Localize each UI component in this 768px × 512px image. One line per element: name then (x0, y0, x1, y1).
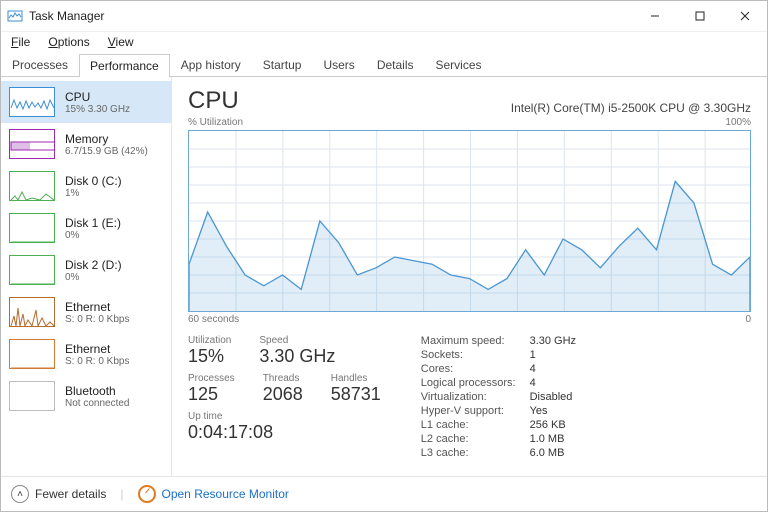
cpu-detail-table: Maximum speed:3.30 GHzSockets:1Cores:4Lo… (421, 335, 576, 459)
stat-handles: Handles58731 (331, 373, 381, 405)
stat-up-time: Up time0:04:17:08 (188, 411, 381, 443)
menubar: File Options View (1, 32, 767, 52)
tab-services[interactable]: Services (425, 53, 493, 76)
tab-processes[interactable]: Processes (1, 53, 79, 76)
fewer-details-button[interactable]: ˄ Fewer details (11, 485, 106, 503)
menu-options[interactable]: Options (46, 34, 91, 50)
sidebar-item-sub: 1% (65, 188, 122, 199)
tab-details[interactable]: Details (366, 53, 425, 76)
sidebar-item-sub: 6.7/15.9 GB (42%) (65, 146, 148, 157)
sidebar-item-disk-1-e-[interactable]: Disk 1 (E:)0% (1, 207, 171, 249)
window-title: Task Manager (29, 9, 632, 23)
sidebar-item-label: Ethernet (65, 342, 129, 356)
sidebar-item-label: Disk 0 (C:) (65, 174, 122, 188)
sidebar-item-label: Bluetooth (65, 384, 130, 398)
menu-view[interactable]: View (106, 34, 136, 50)
sidebar: CPU15% 3.30 GHzMemory6.7/15.9 GB (42%)Di… (1, 77, 172, 476)
sidebar-item-sub: S: 0 R: 0 Kbps (65, 356, 129, 367)
sidebar-item-label: Ethernet (65, 300, 129, 314)
main-panel: CPU Intel(R) Core(TM) i5-2500K CPU @ 3.3… (172, 77, 767, 476)
sidebar-item-label: CPU (65, 90, 130, 104)
stat-utilization: Utilization15% (188, 335, 231, 367)
tabbar: ProcessesPerformanceApp historyStartupUs… (1, 52, 767, 77)
sidebar-item-ethernet[interactable]: EthernetS: 0 R: 0 Kbps (1, 291, 171, 333)
sidebar-item-memory[interactable]: Memory6.7/15.9 GB (42%) (1, 123, 171, 165)
graph-label-right: 100% (725, 117, 751, 128)
tab-startup[interactable]: Startup (252, 53, 313, 76)
sidebar-item-label: Disk 1 (E:) (65, 216, 121, 230)
sidebar-item-sub: S: 0 R: 0 Kbps (65, 314, 129, 325)
sidebar-item-sub: 0% (65, 272, 122, 283)
thumbnail-icon (9, 171, 55, 201)
thumbnail-icon (9, 129, 55, 159)
thumbnail-icon (9, 87, 55, 117)
thumbnail-icon (9, 297, 55, 327)
menu-file[interactable]: File (9, 34, 32, 50)
sidebar-item-sub: Not connected (65, 398, 130, 409)
sidebar-item-sub: 0% (65, 230, 121, 241)
resource-monitor-icon (138, 485, 156, 503)
tab-app-history[interactable]: App history (170, 53, 252, 76)
sidebar-item-label: Memory (65, 132, 148, 146)
titlebar: Task Manager (1, 1, 767, 32)
tab-users[interactable]: Users (312, 53, 365, 76)
footer: ˄ Fewer details | Open Resource Monitor (1, 476, 767, 511)
minimize-button[interactable] (632, 1, 677, 31)
graph-axis-left: 60 seconds (188, 314, 239, 325)
thumbnail-icon (9, 381, 55, 411)
stat-processes: Processes125 (188, 373, 235, 405)
sidebar-item-disk-0-c-[interactable]: Disk 0 (C:)1% (1, 165, 171, 207)
close-button[interactable] (722, 1, 767, 31)
sidebar-item-label: Disk 2 (D:) (65, 258, 122, 272)
sidebar-item-bluetooth[interactable]: BluetoothNot connected (1, 375, 171, 417)
stat-threads: Threads2068 (263, 373, 303, 405)
graph-label-left: % Utilization (188, 117, 243, 128)
cpu-model: Intel(R) Core(TM) i5-2500K CPU @ 3.30GHz (511, 101, 751, 115)
sidebar-item-sub: 15% 3.30 GHz (65, 104, 130, 115)
stat-speed: Speed3.30 GHz (259, 335, 335, 367)
thumbnail-icon (9, 339, 55, 369)
sidebar-item-disk-2-d-[interactable]: Disk 2 (D:)0% (1, 249, 171, 291)
maximize-button[interactable] (677, 1, 722, 31)
taskmanager-icon (7, 8, 23, 24)
thumbnail-icon (9, 213, 55, 243)
graph-axis-right: 0 (745, 314, 751, 325)
sidebar-item-ethernet[interactable]: EthernetS: 0 R: 0 Kbps (1, 333, 171, 375)
sidebar-item-cpu[interactable]: CPU15% 3.30 GHz (1, 81, 171, 123)
cpu-graph (188, 130, 751, 312)
chevron-up-icon: ˄ (11, 485, 29, 503)
thumbnail-icon (9, 255, 55, 285)
open-resource-monitor-link[interactable]: Open Resource Monitor (138, 485, 289, 503)
tab-performance[interactable]: Performance (79, 54, 170, 77)
cpu-heading: CPU (188, 87, 239, 115)
